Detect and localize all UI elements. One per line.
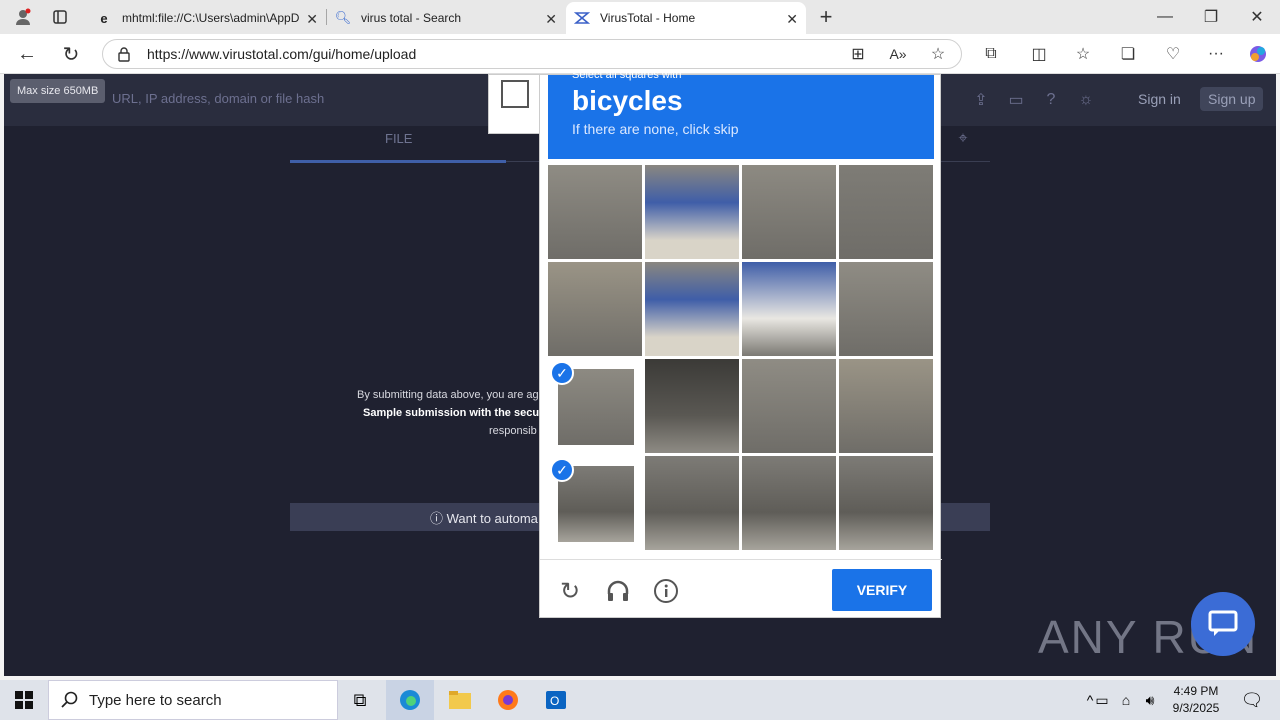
captcha-hint: If there are none, click skip (572, 121, 739, 137)
chat-icon[interactable] (1191, 592, 1255, 656)
captcha-tile[interactable] (742, 456, 836, 550)
browser-tab-strip: e mhtml:file://C:\Users\admin\AppD ✕ 🔍︎ … (0, 0, 1280, 34)
profile-icon[interactable] (10, 4, 36, 30)
captcha-tile[interactable] (742, 262, 836, 356)
taskbar-search-placeholder: Type here to search (89, 691, 222, 709)
audio-challenge-icon[interactable] (602, 575, 634, 607)
tile-selected-check-icon: ✓ (550, 458, 574, 482)
extensions-icon[interactable]: ⧉ (978, 41, 1004, 67)
lock-icon[interactable] (117, 46, 131, 65)
terms-line: By submitting data above, you are ag (357, 389, 539, 401)
ie-icon: e (100, 10, 108, 26)
close-window-icon[interactable]: ✕ (1244, 4, 1270, 30)
info-icon[interactable] (650, 575, 682, 607)
task-view-icon[interactable]: ⧉ (336, 680, 384, 720)
captcha-tile[interactable] (742, 165, 836, 259)
edge-icon[interactable] (386, 680, 434, 720)
captcha-tile[interactable]: ✓ (548, 359, 642, 453)
search-icon: 🔍︎ (334, 10, 352, 25)
max-size-tooltip: Max size 650MB (10, 79, 106, 103)
tab-label: VirusTotal - Home (600, 11, 696, 25)
time: 4:49 PM (1173, 684, 1219, 698)
tab-label: mhtml:file://C:\Users\admin\AppD (122, 11, 300, 25)
favorite-star-icon[interactable]: ☆ (925, 41, 951, 67)
terms-line: responsib (489, 425, 537, 437)
more-menu-icon[interactable]: ··· (1203, 41, 1229, 67)
captcha-challenge: Select all squares with bicycles If ther… (539, 69, 942, 619)
svg-text:O: O (550, 694, 559, 708)
virustotal-icon (574, 10, 590, 26)
notification-center-icon[interactable]: 🗨︎ (1228, 680, 1276, 720)
new-tab-icon[interactable]: + (813, 4, 839, 30)
captcha-tile[interactable] (839, 456, 933, 550)
collections-icon[interactable]: ❏ (1115, 41, 1141, 67)
terms-line-bold: Sample submission with the secu (363, 407, 540, 419)
url-text: https://www.virustotal.com/gui/home/uplo… (147, 46, 417, 62)
reload-icon[interactable]: ↻ (554, 575, 586, 607)
start-button[interactable] (0, 680, 48, 720)
captcha-tile[interactable] (742, 359, 836, 453)
captcha-object: bicycles (572, 85, 683, 116)
captcha-grid: ✓ ✓ (548, 165, 934, 551)
captcha-footer: ↻ VERIFY (540, 559, 942, 619)
firefox-icon[interactable] (484, 680, 532, 720)
refresh-icon[interactable]: ↻ (58, 41, 84, 67)
captcha-tile[interactable] (839, 262, 933, 356)
read-aloud-icon[interactable]: A» (885, 41, 911, 67)
verify-button[interactable]: VERIFY (832, 569, 932, 611)
search-icon (61, 691, 79, 713)
taskbar-search-input[interactable]: Type here to search (48, 680, 338, 720)
captcha-tile[interactable] (645, 359, 739, 453)
captcha-header: Select all squares with bicycles If ther… (548, 69, 934, 159)
tab-file[interactable]: FILE (385, 131, 412, 146)
tab-virustotal-home[interactable]: VirusTotal - Home ✕ (566, 2, 806, 34)
close-tab-icon[interactable]: ✕ (306, 11, 318, 28)
sign-up-button[interactable]: Sign up (1200, 87, 1264, 111)
back-icon[interactable]: ← (14, 41, 40, 67)
tile-selected-check-icon: ✓ (550, 361, 574, 385)
captcha-prompt: Select all squares with (572, 69, 682, 81)
restore-icon[interactable]: ❐ (1198, 4, 1224, 30)
captcha-tile[interactable] (839, 165, 933, 259)
minimize-icon[interactable]: — (1152, 4, 1178, 30)
date: 9/3/2025 (1172, 701, 1220, 715)
copilot-icon[interactable] (1245, 41, 1271, 67)
app-available-icon[interactable]: ⊞ (845, 41, 871, 67)
search-input[interactable]: URL, IP address, domain or file hash (112, 91, 324, 106)
help-icon[interactable]: ? (1038, 87, 1064, 113)
captcha-tile[interactable] (645, 262, 739, 356)
volume-icon[interactable]: 🔊︎ (1138, 680, 1162, 720)
captcha-tile[interactable] (645, 456, 739, 550)
search-tab-icon[interactable]: ⌖ (950, 126, 976, 152)
captcha-checkbox[interactable] (501, 80, 529, 108)
outlook-icon[interactable]: O (532, 680, 580, 720)
favorites-icon[interactable]: ☆ (1070, 41, 1096, 67)
split-screen-icon[interactable]: ◫ (1026, 41, 1052, 67)
notifications-icon[interactable]: ▭ (1003, 87, 1029, 113)
file-explorer-icon[interactable] (436, 680, 484, 720)
upload-icon[interactable]: ⇪ (968, 87, 994, 113)
close-tab-icon[interactable]: ✕ (545, 11, 557, 28)
tab-virus-total-search[interactable]: 🔍︎ virus total - Search ✕ (327, 2, 565, 34)
theme-toggle-icon[interactable]: ☼ (1073, 87, 1099, 113)
taskbar: Type here to search ⧉ O ^ ▭ ⌂ 🔊︎ 4:49 PM… (0, 680, 1280, 720)
clock[interactable]: 4:49 PM 9/3/2025 (1160, 683, 1232, 717)
close-tab-icon[interactable]: ✕ (786, 11, 798, 28)
network-icon[interactable]: ▭ (1090, 680, 1114, 720)
captcha-tile[interactable] (548, 165, 642, 259)
sign-in-link[interactable]: Sign in (1138, 91, 1181, 107)
wifi-icon[interactable]: ⌂ (1114, 680, 1138, 720)
captcha-tile[interactable] (839, 359, 933, 453)
tab-mhtml[interactable]: e mhtml:file://C:\Users\admin\AppD ✕ (88, 2, 326, 34)
tab-label: virus total - Search (361, 11, 462, 25)
active-tab-indicator (290, 160, 506, 163)
captcha-tile[interactable] (645, 165, 739, 259)
address-bar[interactable]: https://www.virustotal.com/gui/home/uplo… (102, 39, 962, 69)
tab-actions-icon[interactable] (47, 4, 73, 30)
captcha-tile[interactable] (548, 262, 642, 356)
captcha-tile[interactable]: ✓ (548, 456, 642, 550)
browser-essentials-icon[interactable]: ♡ (1160, 41, 1186, 67)
